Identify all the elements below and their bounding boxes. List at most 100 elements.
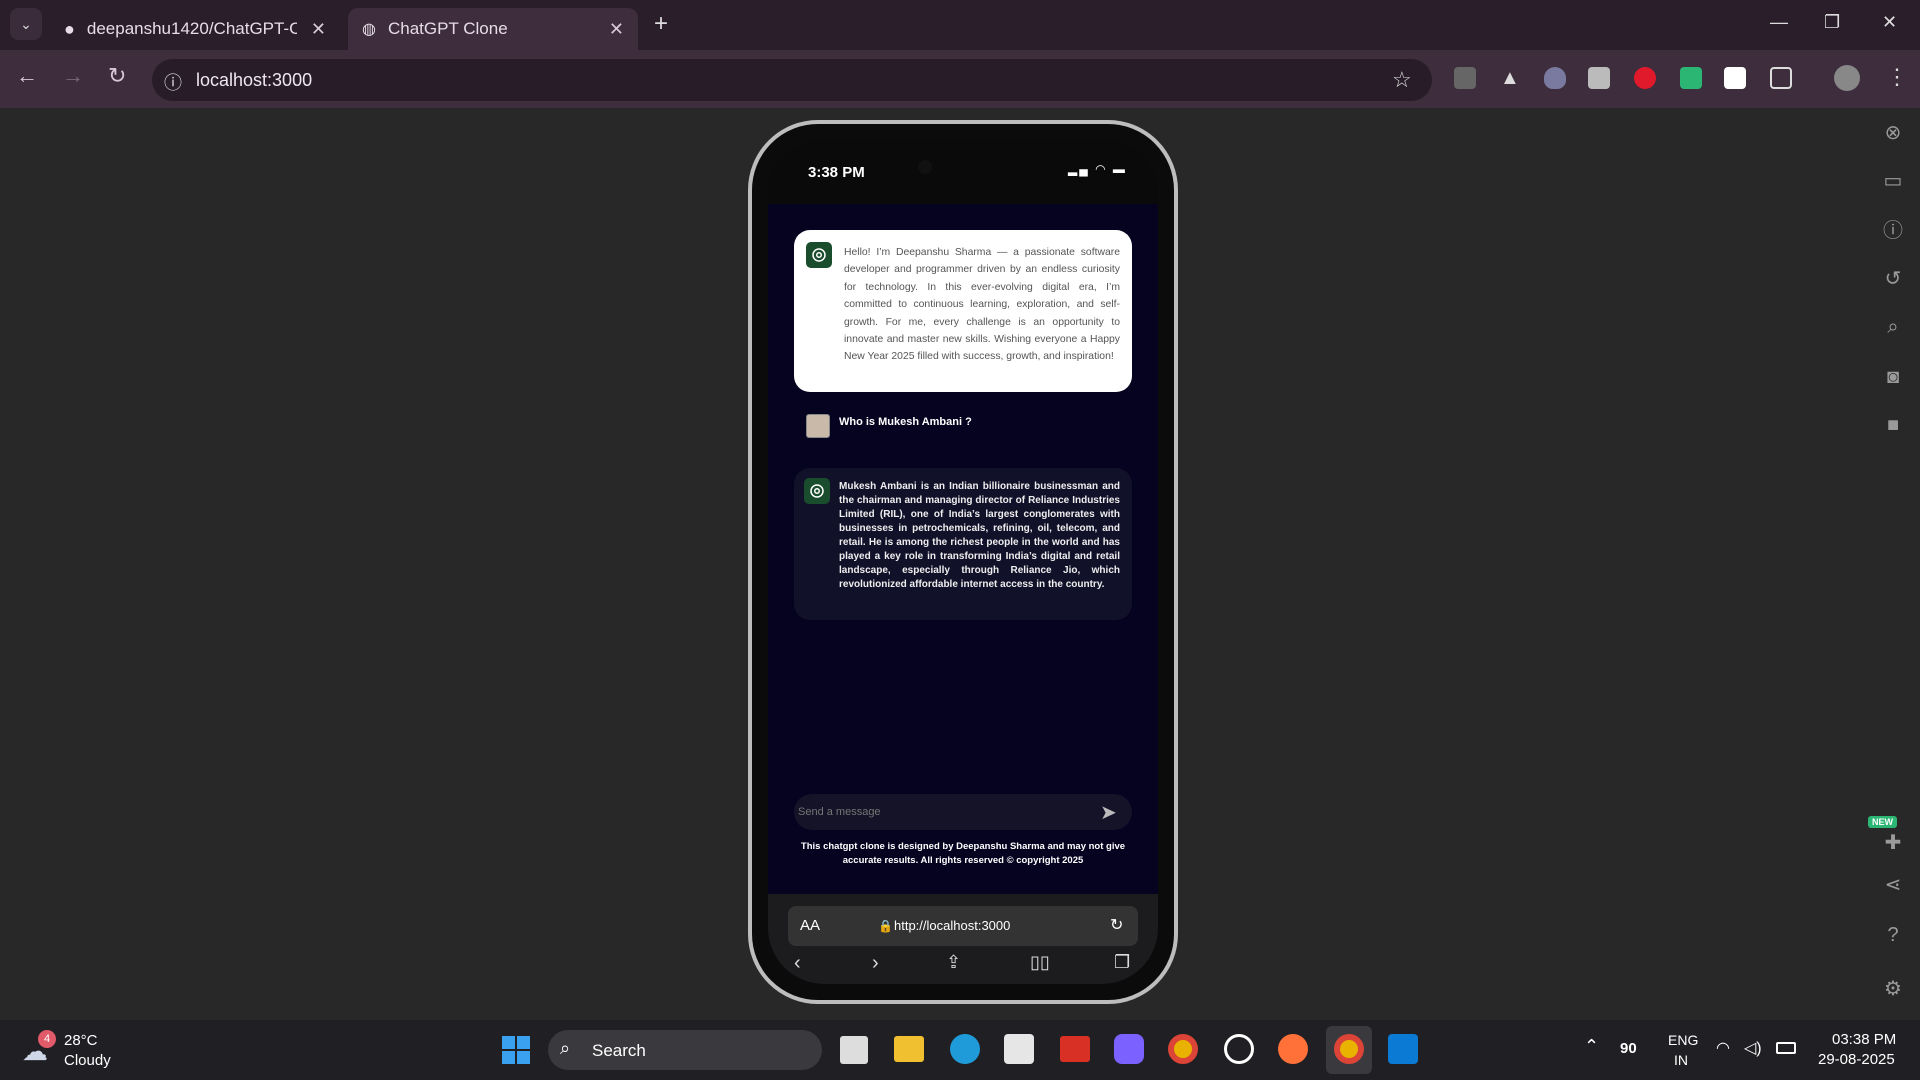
device-icon[interactable]: ▭ — [1880, 168, 1906, 194]
phone-screen: 3:38 PM ▂▄ ◠ ▬ Hello! I’m Deepanshu Shar… — [768, 140, 1158, 984]
camera-notch — [918, 160, 932, 174]
share-icon[interactable]: ⇪ — [946, 952, 961, 973]
user-avatar — [806, 414, 830, 438]
windows-start-icon[interactable] — [502, 1036, 530, 1064]
safari-url-text: http://localhost:3000 — [894, 918, 1011, 933]
assistant-answer-bubble: Mukesh Ambani is an Indian billionaire b… — [794, 468, 1132, 620]
share-icon[interactable]: ⋖ — [1880, 872, 1906, 898]
menu-kebab-icon[interactable]: ⋮ — [1886, 64, 1908, 90]
chat-area: Hello! I’m Deepanshu Sharma — a passiona… — [768, 204, 1158, 894]
forward-button[interactable]: → — [62, 63, 84, 89]
status-time: 3:38 PM — [808, 164, 865, 181]
reader-aa-button[interactable]: AA — [800, 917, 820, 934]
camera-icon[interactable]: ◙ — [1880, 364, 1906, 390]
info-icon[interactable]: ⓘ — [1880, 218, 1906, 244]
close-icon[interactable]: ✕ — [311, 19, 326, 40]
drive-icon[interactable]: ▲ — [1500, 67, 1522, 89]
phone-frame: 3:38 PM ▂▄ ◠ ▬ Hello! I’m Deepanshu Shar… — [748, 120, 1178, 1004]
browser-tab-bar: ⌄ ● deepanshu1420/ChatGPT-Clone ✕ ◍ Chat… — [0, 0, 1920, 50]
task-view-icon[interactable] — [840, 1036, 868, 1064]
intro-message-bubble: Hello! I’m Deepanshu Sharma — a passiona… — [794, 230, 1132, 392]
chrome-icon[interactable] — [1168, 1034, 1198, 1064]
vscode-icon[interactable] — [1388, 1034, 1418, 1064]
search-icon: ⌕ — [560, 1038, 571, 1058]
extension-icon[interactable] — [1680, 67, 1702, 89]
back-button[interactable]: ← — [16, 63, 38, 89]
chatgpt-logo-icon — [806, 242, 832, 268]
safari-back-icon[interactable]: ‹ — [794, 952, 801, 975]
clock-date[interactable]: 29-08-2025 — [1818, 1051, 1895, 1068]
reload-icon[interactable]: ↻ — [1110, 915, 1123, 935]
send-icon[interactable]: ➤ — [1100, 800, 1117, 825]
close-icon[interactable]: ✕ — [609, 19, 624, 40]
restore-button[interactable]: ❐ — [1824, 12, 1840, 33]
puzzle-icon[interactable] — [1770, 67, 1792, 89]
tab-title: ChatGPT Clone — [387, 19, 508, 38]
lock-icon: 🔒 — [878, 919, 893, 933]
wifi-icon[interactable]: ◠ — [1716, 1038, 1730, 1058]
safari-bar: AA 🔒 http://localhost:3000 ↻ ‹ › ⇪ ▯▯ ❐ — [768, 894, 1158, 984]
tab-chatgpt-clone[interactable]: ◍ ChatGPT Clone ✕ — [348, 8, 638, 50]
user-message-text: Who is Mukesh Ambani ? — [839, 416, 972, 428]
assistant-answer-text: Mukesh Ambani is an Indian billionaire b… — [839, 481, 1120, 590]
taskbar-search[interactable]: ⌕ Search — [548, 1030, 822, 1070]
github-icon: ● — [64, 18, 75, 39]
bookmarks-icon[interactable]: ▯▯ — [1030, 952, 1050, 973]
firefox-icon[interactable] — [1278, 1034, 1308, 1064]
chrome-active-icon[interactable] — [1326, 1026, 1372, 1074]
weather-desc: Cloudy — [64, 1052, 111, 1069]
extension-icon[interactable] — [1454, 67, 1476, 89]
shield-icon[interactable] — [1544, 67, 1566, 89]
file-explorer-icon[interactable] — [894, 1036, 924, 1062]
new-badge: NEW — [1868, 816, 1897, 828]
copilot-icon[interactable] — [1114, 1034, 1144, 1064]
site-info-icon[interactable]: ⓘ — [164, 69, 182, 95]
tabs-icon[interactable]: ❐ — [1114, 952, 1130, 973]
profile-avatar[interactable] — [1834, 65, 1860, 91]
rotate-icon[interactable]: ↺ — [1880, 266, 1906, 292]
battery-percent: 90 — [1620, 1040, 1637, 1057]
clock-time[interactable]: 03:38 PM — [1832, 1031, 1896, 1048]
disclaimer-text: This chatgpt clone is designed by Deepan… — [800, 841, 1126, 866]
address-bar[interactable]: ⓘ localhost:3000 ☆ — [152, 59, 1432, 101]
lang-line1[interactable]: ENG — [1668, 1032, 1698, 1048]
window-close-button[interactable]: ✕ — [1882, 12, 1897, 33]
weather-temp: 28°C — [64, 1032, 98, 1049]
safari-forward-icon[interactable]: › — [872, 952, 879, 975]
tab-title: deepanshu1420/ChatGPT-Clone — [86, 19, 297, 38]
extension-icon[interactable] — [1724, 67, 1746, 89]
chatgpt-logo-icon — [804, 478, 830, 504]
globe-icon: ◍ — [362, 21, 376, 38]
message-input[interactable] — [798, 806, 1078, 818]
search-label: Search — [592, 1041, 646, 1060]
stop-icon[interactable] — [1634, 67, 1656, 89]
tab-github[interactable]: ● deepanshu1420/ChatGPT-Clone ✕ — [50, 8, 340, 50]
status-bar: 3:38 PM ▂▄ ◠ ▬ — [768, 140, 1158, 204]
help-icon[interactable]: ? — [1880, 922, 1906, 948]
taskbar: ☁ 4 28°C Cloudy ⌕ Search ⌃ 90 ENG IN ◠ ◁… — [0, 1020, 1920, 1080]
url-text: localhost:3000 — [196, 70, 313, 90]
bookmark-star-icon[interactable]: ☆ — [1392, 67, 1412, 93]
new-tab-button[interactable]: + — [654, 10, 668, 38]
signal-wifi-battery-icon: ▂▄ ◠ ▬ — [1068, 162, 1127, 176]
weather-badge: 4 — [38, 1030, 56, 1048]
puzzle-icon[interactable]: ✚ — [1880, 830, 1906, 856]
close-icon[interactable]: ⊗ — [1880, 120, 1906, 146]
safari-address-bar[interactable]: AA 🔒 http://localhost:3000 ↻ — [788, 906, 1138, 946]
tab-search-button[interactable]: ⌄ — [10, 8, 42, 40]
lang-line2[interactable]: IN — [1674, 1052, 1688, 1068]
gmail-icon[interactable] — [1060, 1036, 1090, 1062]
reload-button[interactable]: ↻ — [108, 63, 126, 89]
volume-icon[interactable]: ◁) — [1744, 1038, 1762, 1058]
settings-gear-icon[interactable]: ⚙ — [1880, 976, 1906, 1002]
video-icon[interactable]: ■ — [1880, 412, 1906, 438]
battery-icon[interactable] — [1776, 1042, 1796, 1054]
zoom-icon[interactable]: ⌕ — [1880, 314, 1906, 340]
extension-icon[interactable] — [1588, 67, 1610, 89]
message-input-box[interactable]: ➤ — [794, 794, 1132, 830]
minimize-button[interactable]: — — [1770, 12, 1788, 33]
chatgpt-app-icon[interactable] — [1224, 1034, 1254, 1064]
store-icon[interactable] — [1004, 1034, 1034, 1064]
edge-icon[interactable] — [950, 1034, 980, 1064]
tray-chevron-icon[interactable]: ⌃ — [1584, 1036, 1599, 1057]
